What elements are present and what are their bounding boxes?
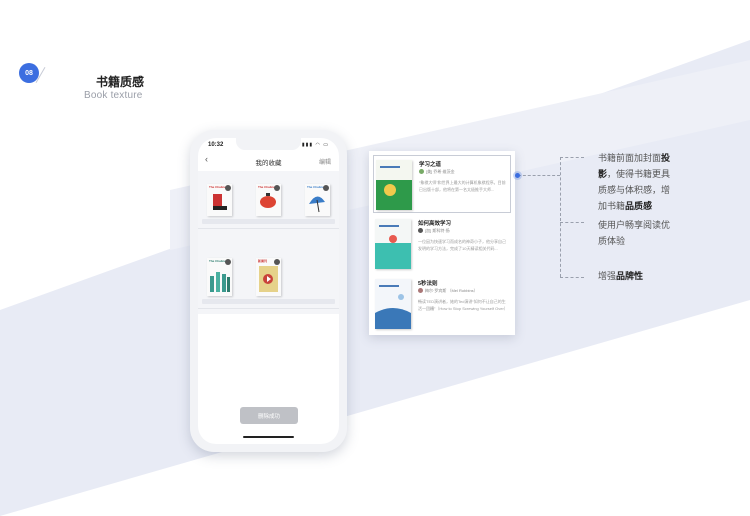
home-indicator (243, 436, 294, 438)
shelf-divider (198, 308, 339, 309)
badge-icon (225, 259, 231, 265)
bookshelf: The Chalice The Chalice The Chalice The … (198, 171, 339, 314)
book-description: 畅读TED演讲者，她的Ted演讲“如何不让自己的生活一团糟”（How to St… (418, 299, 508, 311)
avatar (418, 228, 423, 234)
list-item[interactable]: 5秒法则 梅尔·罗宾斯 （Mel Robbins） 畅读TED演讲者，她的Ted… (373, 275, 511, 333)
phone-notch (236, 138, 301, 150)
author-name: [美] 乔希·维茨金 (426, 169, 455, 174)
shelf-board (202, 219, 335, 224)
annotation-shadow: 书籍前面加封面投影，使得书籍更具质感与体积感，增加书籍品质感 (598, 153, 671, 211)
edit-button[interactable]: 编辑 (319, 157, 331, 166)
shelf-book[interactable]: The Chalice (207, 184, 232, 216)
book-cover (375, 279, 411, 329)
annotation-experience: 使用户畅享阅读优质体验 (598, 220, 671, 246)
avatar (418, 288, 423, 294)
shelf-book[interactable]: The Chalice (256, 184, 281, 216)
shelf-book[interactable]: The Chalice (305, 184, 330, 216)
annotation-tick (560, 277, 584, 278)
book-title: 5秒法则 (418, 281, 438, 287)
author-name: 梅尔·罗宾斯 （Mel Robbins） (425, 288, 478, 293)
book-author: [美] 乔希·维茨金 (419, 169, 455, 175)
book-cover (376, 160, 412, 210)
section-subtitle: Book texture (84, 90, 143, 101)
pointer-line (518, 175, 560, 176)
section-title: 书籍质感 (96, 75, 145, 89)
badge-icon (323, 185, 329, 191)
list-item[interactable]: 如何高效学习 [加] 斯科特·扬 一位因为快速学习而成名的神奇小子，他分享自己发… (373, 215, 511, 273)
book-description: “象棋大师”和世界上最大的计算机象棋程序。目前已出版十部，他将在第一名太极推手大… (419, 180, 506, 192)
phone-screen: 10:32 ▮▮▮ ◠ ▭ ‹ 我的收藏 编辑 The Chalice The … (198, 138, 339, 444)
shelf-board (202, 299, 335, 304)
book-title: 如何高效学习 (418, 221, 452, 227)
shelf-divider (198, 228, 339, 229)
book-description: 一位因为快速学习而成名的神奇小子，他分享自己发明的学习方法，完成了10天精读相关… (418, 239, 506, 251)
badge-icon (274, 259, 280, 265)
annotation-tick (560, 157, 584, 158)
list-item[interactable]: 学习之道 [美] 乔希·维茨金 “象棋大师”和世界上最大的计算机象棋程序。目前已… (373, 155, 511, 213)
book-list-card: 学习之道 [美] 乔希·维茨金 “象棋大师”和世界上最大的计算机象棋程序。目前已… (369, 151, 515, 335)
annotation-tick (560, 222, 584, 223)
book-author: 梅尔·罗宾斯 （Mel Robbins） (418, 288, 478, 294)
book-author: [加] 斯科特·扬 (418, 228, 450, 234)
author-name: [加] 斯科特·扬 (425, 228, 450, 233)
shelf-book[interactable]: The Chalice (207, 258, 232, 296)
badge-icon (274, 185, 280, 191)
shelf-book[interactable]: 新周刊 (256, 258, 281, 296)
pointer-dot (515, 173, 520, 178)
book-title: 学习之道 (419, 162, 442, 168)
annotation-brand: 增强品牌性 (598, 271, 644, 281)
status-icons: ▮▮▮ ◠ ▭ (301, 142, 329, 148)
annotation-bracket (560, 157, 561, 277)
avatar (419, 169, 424, 175)
nav-title: 我的收藏 (255, 160, 282, 167)
toast-message: 删除成功 (240, 407, 298, 424)
status-time: 10:32 (208, 142, 224, 148)
book-cover (375, 219, 411, 269)
phone-mockup: 10:32 ▮▮▮ ◠ ▭ ‹ 我的收藏 编辑 The Chalice The … (190, 130, 347, 452)
badge-icon (225, 185, 231, 191)
